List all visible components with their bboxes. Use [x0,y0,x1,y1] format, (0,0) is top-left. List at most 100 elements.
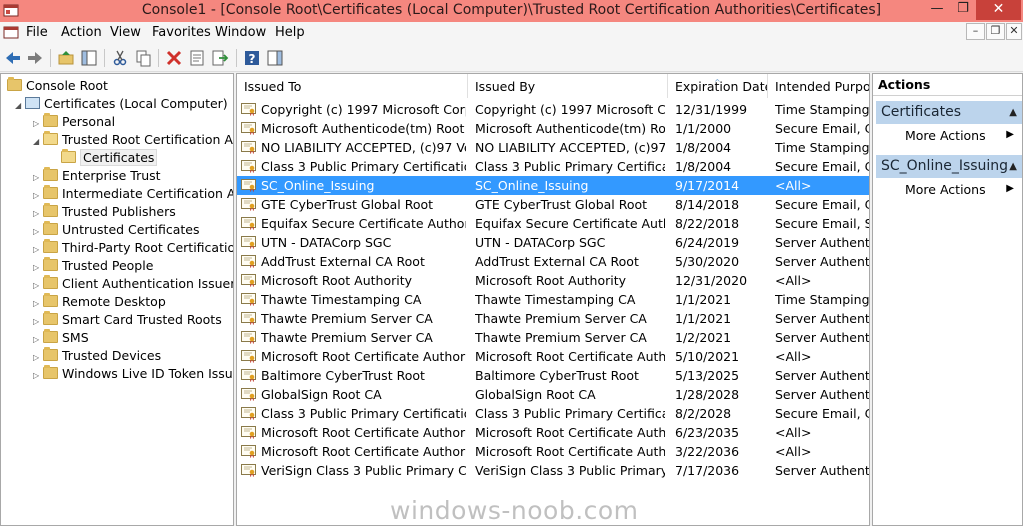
back-icon[interactable] [4,49,22,67]
expand-icon[interactable]: ▷ [33,367,43,385]
delete-icon[interactable] [165,49,183,67]
column-header-issued-to[interactable]: Issued To [237,74,468,98]
cell-issued-by: AddTrust External CA Root [475,254,639,269]
up-folder-icon[interactable] [57,49,75,67]
folder-icon [43,257,58,271]
export-icon[interactable] [211,49,229,67]
table-row[interactable]: GTE CyberTrust Global Root GTE CyberTrust… [237,195,869,214]
tree-item-client-auth-issuers[interactable]: ▷ Client Authentication Issuers [33,275,233,293]
tree-item-enterprise-trust[interactable]: ▷ Enterprise Trust [33,167,161,185]
mdi-restore-button[interactable]: ❐ [986,23,1005,40]
close-button[interactable]: ✕ [976,0,1021,20]
column-header-expiration-date[interactable]: ^ Expiration Date [668,74,768,98]
menu-window[interactable]: Window [215,25,266,40]
cell-intended-purpose: <All> [775,178,812,193]
menu-file[interactable]: File [26,25,48,40]
tree-item-windows-live-id-token-issuer[interactable]: ▷ Windows Live ID Token Issuer [33,365,234,385]
cell-issued-by: GlobalSign Root CA [475,387,596,402]
forward-icon[interactable] [26,49,44,67]
cell-issued-to: Microsoft Root Authority [261,273,413,288]
certificate-icon [241,445,256,458]
cell-issued-to: Class 3 Public Primary Certification A..… [261,159,466,174]
table-row[interactable]: Microsoft Root Authority Microsoft Root A… [237,271,869,290]
cell-intended-purpose: <All> [775,273,812,288]
table-row[interactable]: Thawte Timestamping CA Thawte Timestampin… [237,290,869,309]
table-row[interactable]: Microsoft Authenticode(tm) Root Au... Mic… [237,119,869,138]
expand-collapse-icon[interactable]: ◢ [15,97,25,115]
tree-item-label: Windows Live ID Token Issuer [62,366,234,381]
cell-expiration-date: 7/17/2036 [675,463,740,478]
certificate-icon [241,426,256,439]
cell-expiration-date: 1/1/2000 [675,121,732,136]
more-actions-certificates[interactable]: More Actions [905,128,986,143]
tree-item-smart-card-trusted-roots[interactable]: ▷ Smart Card Trusted Roots [33,311,222,329]
tree-item-third-party-root-ca[interactable]: ▷Third-Party Root Certification A [33,239,233,257]
tree-item-certificates-local-computer[interactable]: ◢ Certificates (Local Computer) [15,95,228,113]
mdi-minimize-button[interactable]: – [966,23,985,40]
collapse-icon[interactable]: ▲ [1009,155,1017,178]
table-row[interactable]: GlobalSign Root CA GlobalSign Root CA 1/28… [237,385,869,404]
table-row[interactable]: Equifax Secure Certificate Authority Equi… [237,214,869,233]
table-row[interactable]: Thawte Premium Server CA Thawte Premium S… [237,309,869,328]
certificate-icon [241,179,256,192]
table-row[interactable]: Class 3 Public Primary Certification A..… [237,404,869,423]
table-row[interactable]: NO LIABILITY ACCEPTED, (c)97 VeriSi... NO… [237,138,869,157]
more-actions-sc-online-issuing[interactable]: More Actions [905,182,986,197]
certificate-icon [241,217,256,230]
table-row[interactable]: Baltimore CyberTrust Root Baltimore Cyber… [237,366,869,385]
copy-icon[interactable] [134,49,152,67]
cut-icon[interactable] [111,49,129,67]
tree-item-label: SMS [62,330,89,345]
mdi-close-button[interactable]: ✕ [1006,23,1022,40]
table-row[interactable]: Microsoft Root Certificate Authority ...… [237,442,869,461]
restore-button[interactable]: ❐ [950,0,976,20]
minimize-button[interactable]: — [924,0,950,20]
tree-item-trusted-people[interactable]: ▷ Trusted People [33,257,153,275]
tree-item-trusted-devices[interactable]: ▷ Trusted Devices [33,347,161,365]
certificate-icon [241,103,256,116]
folder-icon [43,311,58,325]
table-row[interactable]: VeriSign Class 3 Public Primary Certifi.… [237,461,869,480]
cell-expiration-date: 1/2/2021 [675,330,732,345]
collapse-icon[interactable]: ▲ [1009,101,1017,124]
show-action-pane-icon[interactable] [266,49,284,67]
menu-help[interactable]: Help [275,25,305,40]
tree-item-intermediate-ca[interactable]: ▷Intermediate Certification Autho [33,185,233,203]
console-icon[interactable] [3,25,19,41]
table-row[interactable]: Thawte Premium Server CA Thawte Premium S… [237,328,869,347]
tree-item-trusted-root-ca[interactable]: ◢ Trusted Root Certification Autho [33,131,233,151]
cell-issued-by: Microsoft Root Certificate Authori... [475,349,665,364]
tree-item-untrusted-certificates[interactable]: ▷ Untrusted Certificates [33,221,200,239]
menu-favorites[interactable]: Favorites [152,25,211,40]
column-header-issued-by[interactable]: Issued By [468,74,668,98]
table-row[interactable]: Microsoft Root Certificate Authority Micr… [237,347,869,366]
table-row[interactable]: SC_Online_Issuing SC_Online_Issuing 9/17/2… [237,176,869,195]
menu-view[interactable]: View [110,25,141,40]
cell-intended-purpose: Server Authentica [775,463,870,478]
actions-section-sc-online-issuing[interactable]: SC_Online_Issuing ▲ [876,155,1022,178]
tree-item-remote-desktop[interactable]: ▷ Remote Desktop [33,293,166,311]
tree-item-console-root[interactable]: Console Root [7,77,108,95]
tree-item-certificates[interactable]: Certificates [61,149,158,167]
table-row[interactable]: UTN - DATACorp SGC UTN - DATACorp SGC 6/24… [237,233,869,252]
table-row[interactable]: Microsoft Root Certificate Authority ...… [237,423,869,442]
cell-intended-purpose: Time Stamping [775,102,870,117]
help-icon[interactable]: ? [243,49,261,67]
cell-issued-by: Class 3 Public Primary Certificatio... [475,406,665,421]
menu-action[interactable]: Action [61,25,102,40]
tree-item-label: Console Root [26,78,108,93]
properties-icon[interactable] [188,49,206,67]
cell-issued-to: NO LIABILITY ACCEPTED, (c)97 VeriSi... [261,140,466,155]
table-row[interactable]: Copyright (c) 1997 Microsoft Corp. Copyri… [237,100,869,119]
tree-item-sms[interactable]: ▷ SMS [33,329,89,347]
actions-section-certificates[interactable]: Certificates ▲ [876,101,1022,124]
tree-item-personal[interactable]: ▷ Personal [33,113,115,131]
show-hide-tree-icon[interactable] [80,49,98,67]
table-row[interactable]: Class 3 Public Primary Certification A..… [237,157,869,176]
column-header-intended-purpose[interactable]: Intended Purpose [768,74,869,98]
table-row[interactable]: AddTrust External CA Root AddTrust Extern… [237,252,869,271]
certificate-icon [241,293,256,306]
expand-collapse-icon[interactable]: ◢ [33,133,43,151]
tree-item-label: Enterprise Trust [62,168,161,183]
tree-item-trusted-publishers[interactable]: ▷ Trusted Publishers [33,203,176,221]
